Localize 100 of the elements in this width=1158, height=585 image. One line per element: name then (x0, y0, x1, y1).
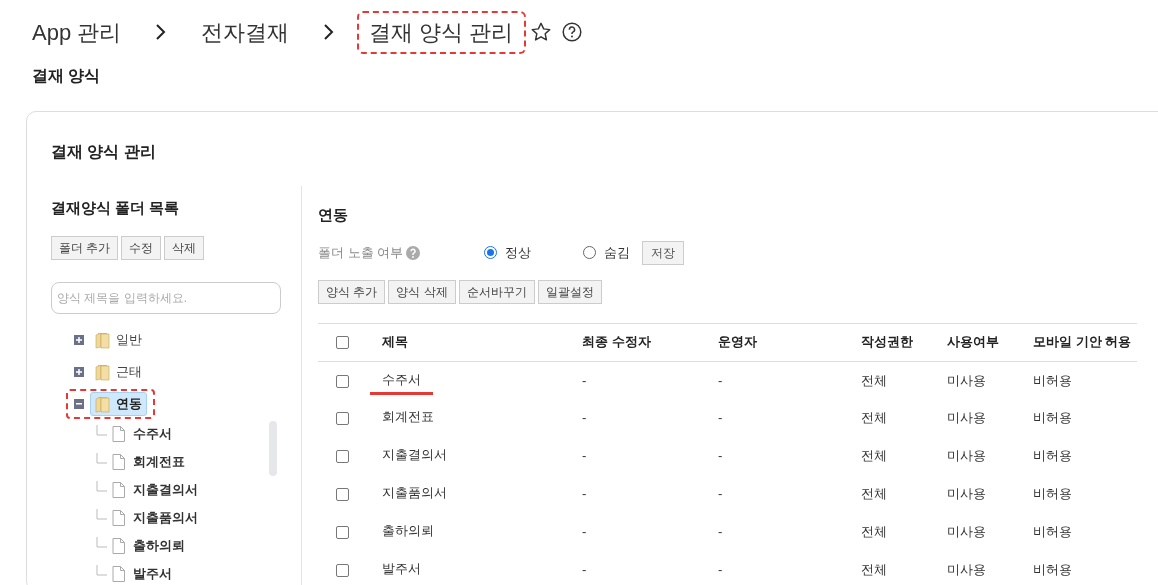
tree-folder[interactable]: 연동 (90, 391, 147, 416)
form-title-link[interactable]: 수주서 (370, 369, 433, 395)
form-title-link[interactable]: 발주서 (370, 559, 433, 585)
table-cell: - (718, 372, 723, 388)
table-cell: 전체 (861, 562, 887, 578)
toolbar-button[interactable]: 순서바꾸기 (458, 279, 535, 304)
checkbox[interactable] (336, 412, 349, 426)
toolbar-button[interactable]: 양식 추가 (318, 279, 386, 304)
checkbox[interactable] (336, 526, 349, 540)
table-cell: 전체 (861, 372, 887, 388)
form-title-link[interactable]: 지출결의서 (370, 445, 459, 471)
checkbox[interactable] (336, 336, 349, 350)
radio-label: 정상 (505, 243, 532, 262)
table-cell: - (582, 562, 587, 578)
checkbox[interactable] (336, 488, 349, 502)
table-cell: 미사용 (947, 410, 986, 426)
checkbox[interactable] (336, 564, 349, 578)
table-cell: 미사용 (947, 448, 986, 464)
toolbar-button[interactable]: 수정 (121, 235, 162, 260)
tree-connector-line (96, 509, 108, 520)
table-cell: 전체 (861, 410, 887, 426)
scrollbar[interactable] (269, 420, 277, 476)
document-icon (112, 565, 125, 582)
expand-toggle-icon[interactable] (74, 366, 84, 377)
tree-folder[interactable]: 일반 (90, 327, 147, 352)
tree-item[interactable]: 지출결의서 (133, 479, 198, 500)
expand-toggle-icon[interactable] (74, 398, 84, 409)
tree-item[interactable]: 수주서 (133, 423, 172, 444)
breadcrumb-link[interactable]: 전자결재 (189, 10, 302, 54)
chevron-right-icon (323, 23, 336, 41)
tree-item[interactable]: 출하의뢰 (133, 535, 185, 556)
table-cell: - (718, 486, 723, 502)
column-header: 제목 (382, 334, 408, 350)
table-cell: - (582, 486, 587, 502)
breadcrumb-link[interactable]: App 관리 (20, 10, 134, 54)
help-icon[interactable] (561, 22, 582, 42)
table-cell: - (582, 524, 587, 540)
table-cell: 미사용 (947, 524, 986, 540)
visibility-label: 폴더 노출 여부 (318, 243, 404, 262)
toolbar-button[interactable]: 양식 삭제 (388, 279, 456, 304)
folder-icon (95, 362, 111, 381)
table-cell: 미사용 (947, 486, 986, 502)
table-cell: - (718, 524, 723, 540)
toolbar-button[interactable]: 일괄설정 (537, 279, 602, 304)
tree-connector-line (96, 425, 108, 436)
table-cell: 비허용 (1033, 486, 1072, 502)
tree-connector-line (96, 453, 108, 464)
toolbar-button[interactable]: 삭제 (164, 235, 205, 260)
tree-folder[interactable]: 근태 (90, 359, 147, 384)
document-icon (112, 509, 125, 526)
tree-connector-line (96, 537, 108, 548)
table-cell: - (718, 410, 723, 426)
column-header: 사용여부 (947, 334, 999, 350)
tree-item[interactable]: 회계전표 (133, 451, 185, 472)
chevron-right-icon (155, 23, 168, 41)
table-cell: 미사용 (947, 562, 986, 578)
table-cell: 비허용 (1033, 524, 1072, 540)
table-cell: - (718, 562, 723, 578)
save-button[interactable]: 저장 (642, 240, 685, 265)
document-icon (112, 537, 125, 554)
table-cell: 비허용 (1033, 410, 1072, 426)
table-cell: 전체 (861, 448, 887, 464)
panel-title: 결재양식 폴더 목록 (51, 198, 180, 218)
form-title-link[interactable]: 지출품의서 (370, 483, 459, 509)
search-field[interactable]: 양식 제목을 입력하세요. (51, 281, 281, 314)
tree-item[interactable]: 지출품의서 (133, 507, 198, 528)
card-title: 결재 양식 관리 (51, 142, 156, 162)
checkbox[interactable] (336, 450, 349, 464)
tree-connector-line (96, 565, 108, 576)
document-icon (112, 453, 125, 470)
folder-title: 연동 (318, 205, 348, 225)
folder-icon (95, 330, 111, 349)
checkbox[interactable] (336, 374, 349, 388)
table-cell: 비허용 (1033, 562, 1072, 578)
table-cell: - (582, 372, 587, 388)
document-icon (112, 425, 125, 442)
column-header: 최종 수정자 (582, 334, 651, 350)
column-header: 작성권한 (861, 334, 913, 350)
table-cell: 전체 (861, 524, 887, 540)
form-title-link[interactable]: 출하의뢰 (370, 521, 446, 547)
table-cell: - (718, 448, 723, 464)
column-header: 모바일 기안 허용 (1033, 334, 1132, 350)
toolbar-button[interactable]: 폴더 추가 (51, 235, 119, 260)
tree-item[interactable]: 발주서 (133, 563, 172, 584)
table-cell: 전체 (861, 486, 887, 502)
form-title-link[interactable]: 회계전표 (370, 407, 446, 433)
star-icon[interactable] (529, 21, 552, 43)
column-header: 운영자 (718, 334, 757, 350)
document-icon (112, 481, 125, 498)
table-cell: - (582, 448, 587, 464)
section-title: 결재 양식 (31, 66, 101, 86)
table-cell: 미사용 (947, 372, 986, 388)
table-cell: 비허용 (1033, 372, 1072, 388)
radio-label: 숨김 (604, 243, 631, 262)
table-cell: - (582, 410, 587, 426)
expand-toggle-icon[interactable] (74, 334, 84, 345)
tree-connector-line (96, 481, 108, 492)
table-cell: 비허용 (1033, 448, 1072, 464)
folder-icon (95, 394, 111, 413)
breadcrumb-link[interactable]: 결재 양식 관리 (357, 10, 526, 54)
